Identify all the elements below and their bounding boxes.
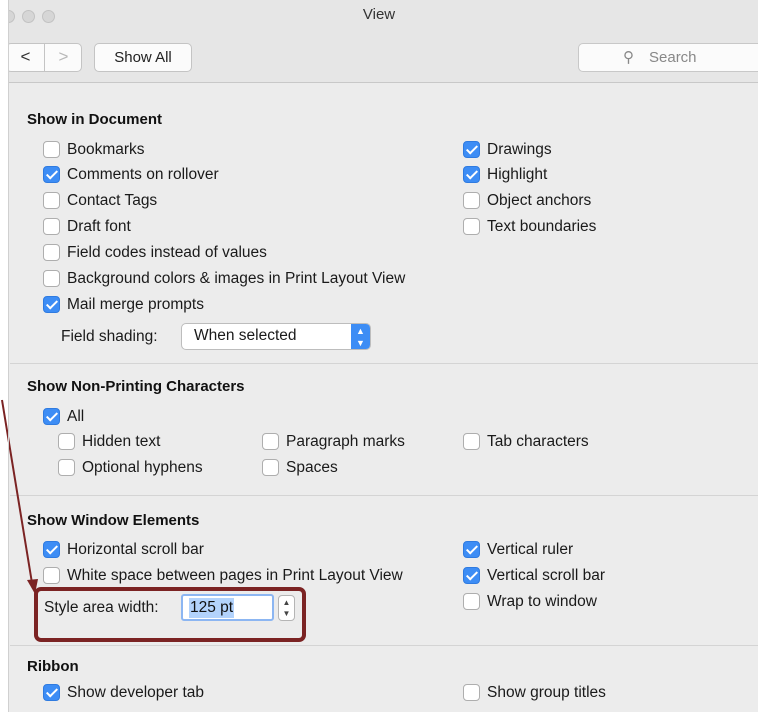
field-shading-value: When selected	[194, 327, 297, 344]
checkbox-label: Vertical ruler	[487, 541, 574, 558]
chevron-up-down-icon: ▲ ▼	[351, 324, 370, 349]
checkbox-box[interactable]	[463, 166, 480, 183]
checkbox-box[interactable]	[463, 218, 480, 235]
forward-button[interactable]: >	[45, 44, 82, 71]
nav-button-group: < >	[8, 43, 82, 72]
checkbox-box[interactable]	[43, 218, 60, 235]
checkbox-box[interactable]	[58, 459, 75, 476]
checkbox-label: Hidden text	[82, 433, 161, 450]
checkbox-label: Background colors & images in Print Layo…	[67, 270, 406, 287]
search-placeholder: Search	[649, 49, 697, 66]
checkbox-box[interactable]	[463, 684, 480, 701]
magnifier-icon: ⚲	[623, 49, 634, 66]
search-field[interactable]: ⚲ Search	[578, 43, 758, 72]
window-title: View	[362, 6, 396, 23]
checkbox-label: Show developer tab	[67, 684, 205, 701]
section-heading-window-elements: Show Window Elements	[27, 512, 200, 529]
checkbox-box[interactable]	[463, 541, 480, 558]
checkbox-box[interactable]	[262, 459, 279, 476]
checkbox-box[interactable]	[43, 141, 60, 158]
checkbox-label: Paragraph marks	[286, 433, 405, 450]
section-heading-ribbon: Ribbon	[27, 658, 79, 675]
checkbox-label: Vertical scroll bar	[487, 567, 606, 584]
checkbox-box[interactable]	[262, 433, 279, 450]
section-heading-non-printing: Show Non-Printing Characters	[27, 378, 245, 395]
checkbox-label: All	[67, 408, 85, 425]
checkbox-label: Horizontal scroll bar	[67, 541, 204, 558]
checkbox-box[interactable]	[43, 684, 60, 701]
section-divider	[10, 495, 758, 496]
checkbox-label: Show group titles	[487, 684, 606, 701]
checkbox-box[interactable]	[58, 433, 75, 450]
checkbox-box[interactable]	[43, 408, 60, 425]
checkbox-label: Bookmarks	[67, 141, 145, 158]
section-heading-show-in-document: Show in Document	[27, 111, 162, 128]
checkbox-label: Mail merge prompts	[67, 296, 204, 313]
checkbox-box[interactable]	[43, 541, 60, 558]
checkbox-label: Draft font	[67, 218, 131, 235]
checkbox-box[interactable]	[463, 192, 480, 209]
back-button[interactable]: <	[8, 44, 45, 71]
checkbox-box[interactable]	[43, 166, 60, 183]
checkbox-box[interactable]	[43, 270, 60, 287]
checkbox-label: Tab characters	[487, 433, 589, 450]
checkbox-label: Text boundaries	[487, 218, 597, 235]
checkbox-label: White space between pages in Print Layou…	[67, 567, 403, 584]
checkbox-label: Highlight	[487, 166, 548, 183]
left-margin-line	[8, 0, 9, 712]
field-shading-label: Field shading:	[61, 328, 158, 345]
show-all-button[interactable]: Show All	[94, 43, 192, 72]
checkbox-label: Field codes instead of values	[67, 244, 267, 261]
checkbox-label: Optional hyphens	[82, 459, 203, 476]
annotation-highlight-box	[34, 587, 306, 642]
left-margin-strip	[0, 0, 8, 712]
field-shading-select[interactable]: When selected ▲ ▼	[181, 323, 371, 350]
checkbox-box[interactable]	[463, 433, 480, 450]
checkbox-box[interactable]	[463, 141, 480, 158]
title-bar: View < > Show All ⚲ Search	[8, 0, 758, 83]
checkbox-label: Object anchors	[487, 192, 592, 209]
checkbox-box[interactable]	[43, 244, 60, 261]
checkbox-box[interactable]	[43, 192, 60, 209]
checkbox-box[interactable]	[43, 567, 60, 584]
checkbox-label: Contact Tags	[67, 192, 158, 209]
checkbox-box[interactable]	[43, 296, 60, 313]
checkbox-box[interactable]	[463, 567, 480, 584]
section-divider	[10, 645, 758, 646]
checkbox-label: Comments on rollover	[67, 166, 219, 183]
section-divider	[10, 363, 758, 364]
checkbox-label: Drawings	[487, 141, 552, 158]
checkbox-label: Spaces	[286, 459, 338, 476]
checkbox-label: Wrap to window	[487, 593, 597, 610]
checkbox-box[interactable]	[463, 593, 480, 610]
